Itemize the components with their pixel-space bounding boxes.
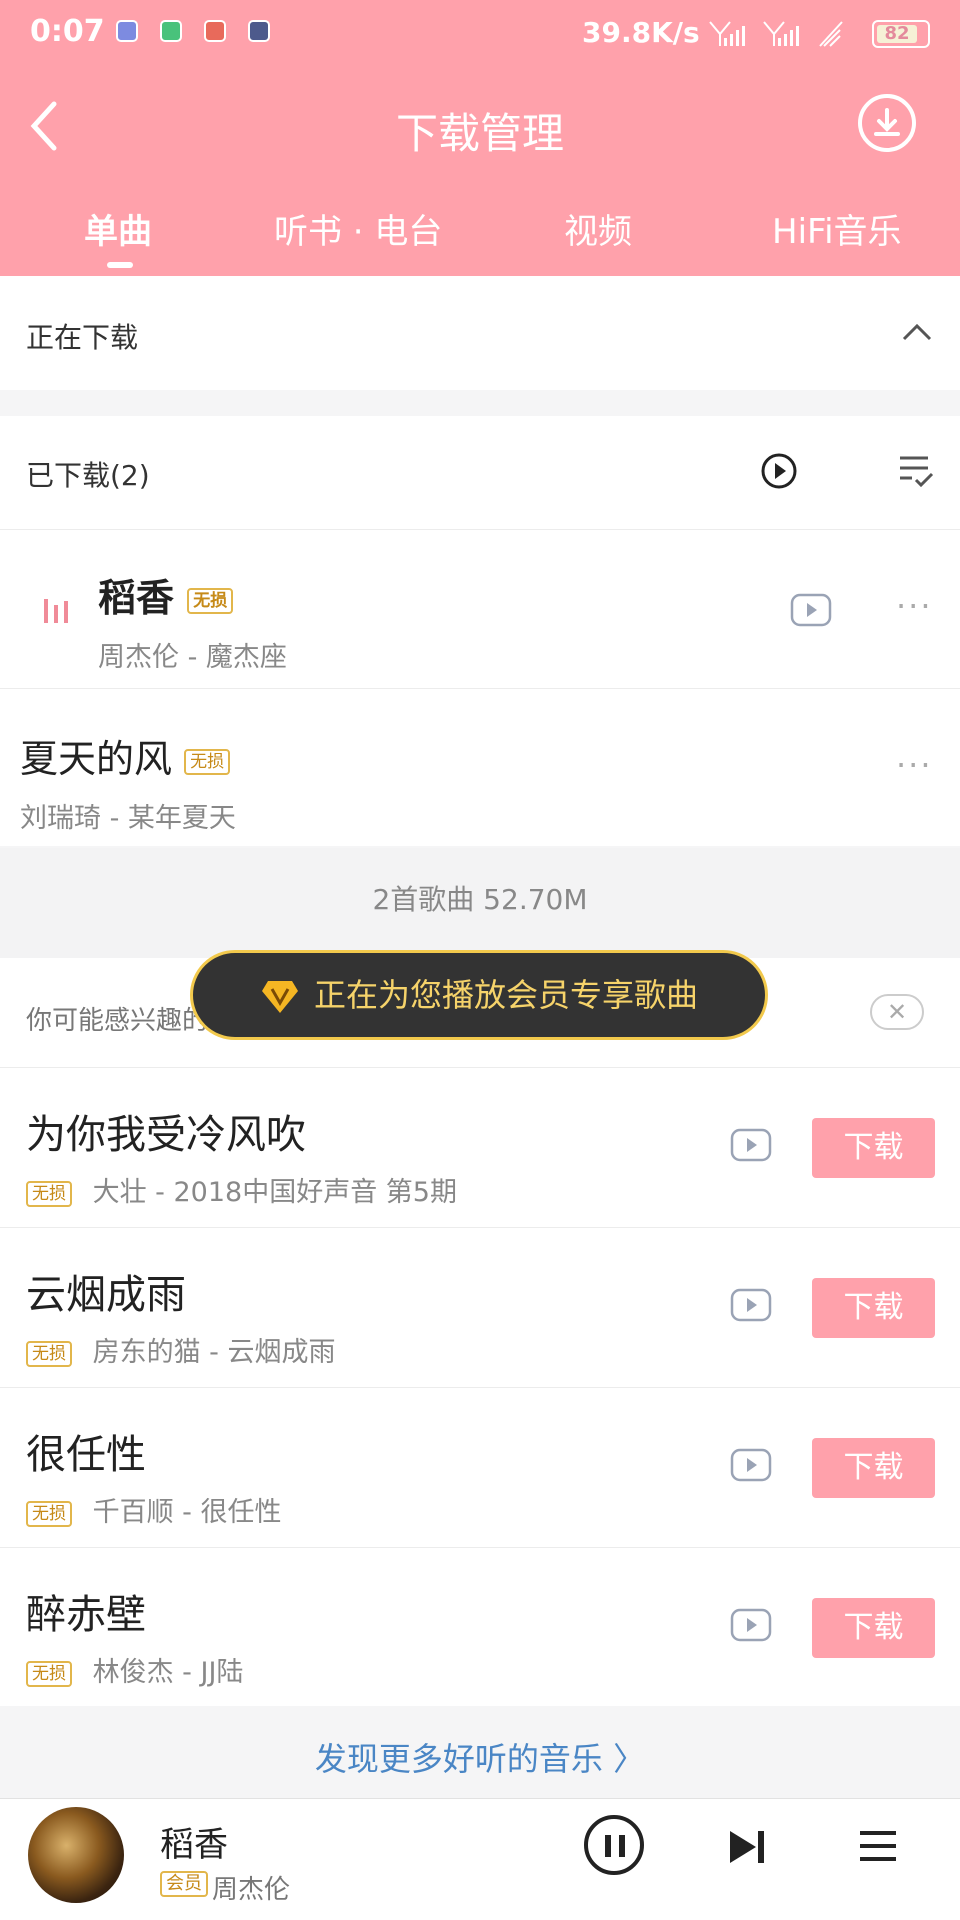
recommended-song-row[interactable]: 很任性 无损 千百顺 - 很任性 下载 [0,1388,960,1548]
music-video-icon[interactable] [730,1448,772,1482]
song-artist-album: 周杰伦 - 魔杰座 [98,642,287,673]
signal-icon [763,21,799,46]
song-title-text: 稻香 [98,576,175,620]
song-artist-album: 林俊杰 - JJ陆 [92,1657,244,1688]
recommendations-section: 你可能感兴趣的音乐 ✕ 为你我受冷风吹 无损 大壮 - 2018中国好声音 第5… [0,958,960,1706]
notification-app-icon [204,20,226,42]
close-recommendations-button[interactable]: ✕ [870,994,924,1030]
download-summary-text: 2首歌曲 52.70M [372,883,588,916]
download-button[interactable]: 下载 [812,1438,935,1498]
lossless-badge: 无损 [184,748,231,775]
recommended-song-row[interactable]: 为你我受冷风吹 无损 大壮 - 2018中国好声音 第5期 下载 [0,1068,960,1228]
discover-more-text[interactable]: 发现更多好听的音乐 〉 [0,1734,960,1780]
next-track-icon[interactable] [728,1829,768,1865]
song-meta: 无损 大壮 - 2018中国好声音 第5期 [26,1170,457,1209]
download-button[interactable]: 下载 [812,1118,935,1178]
network-speed: 39.8K/s [582,16,700,49]
lossless-badge: 无损 [187,587,234,614]
recommended-song-row[interactable]: 云烟成雨 无损 房东的猫 - 云烟成雨 下载 [0,1228,960,1388]
now-playing-icon [44,599,68,623]
lossless-badge: 无损 [26,1340,72,1367]
tab-bar: 单曲 听书 · 电台 视频 HiFi音乐 [0,204,960,264]
song-title: 云烟成雨 [26,1272,186,1318]
toast-text: 正在为您播放会员专享歌曲 [313,976,698,1014]
music-video-icon[interactable] [790,593,832,627]
header: 下载管理 单曲 听书 · 电台 视频 HiFi音乐 [0,66,960,276]
player-song-title: 稻香 [160,1825,228,1865]
play-all-icon[interactable] [760,452,798,490]
tab-video[interactable]: 视频 [564,204,632,253]
song-artist-album: 房东的猫 - 云烟成雨 [92,1337,336,1368]
notification-app-icon [248,20,270,42]
song-meta: 无损 千百顺 - 很任性 [26,1490,282,1529]
song-artist-album: 大壮 - 2018中国好声音 第5期 [92,1177,457,1208]
downloaded-song-row[interactable]: 稻香 无损 周杰伦 - 魔杰座 ··· [0,531,960,689]
song-meta: 无损 林俊杰 - JJ陆 [26,1650,243,1689]
playlist-icon[interactable] [858,1829,898,1863]
chevron-up-icon[interactable] [902,322,932,342]
notification-app-icon [116,20,138,42]
download-button[interactable]: 下载 [812,1598,935,1658]
vip-diamond-icon [261,981,298,1013]
song-title-text: 夏天的风 [20,737,173,781]
lossless-badge: 无损 [26,1500,72,1527]
music-video-icon[interactable] [730,1128,772,1162]
close-icon: ✕ [886,998,908,1026]
song-title: 醉赤壁 [26,1592,146,1638]
recommended-song-row[interactable]: 醉赤壁 无损 林俊杰 - JJ陆 下载 [0,1548,960,1708]
downloaded-section: 已下载(2) 稻香 无损 周杰伦 - 魔杰座 ··· 夏天的风 无损 刘瑞琦 -… [0,416,960,846]
downloading-section[interactable]: 正在下载 [0,276,960,390]
downloaded-header: 已下载(2) [0,416,960,530]
status-app-icons [116,20,270,42]
lossless-badge: 无损 [26,1660,72,1687]
song-meta: 无损 房东的猫 - 云烟成雨 [26,1330,336,1369]
song-title: 稻香 无损 [98,567,234,622]
more-options-icon[interactable]: ··· [896,587,933,625]
wifi-icon [819,21,843,47]
song-title: 很任性 [26,1432,146,1478]
mini-player[interactable]: 稻香 会员 周杰伦 [0,1798,960,1920]
download-icon[interactable] [858,94,916,152]
song-artist-album: 刘瑞琦 - 某年夏天 [20,803,236,834]
downloaded-song-row[interactable]: 夏天的风 无损 刘瑞琦 - 某年夏天 ··· [0,690,960,848]
battery-level: 82 [877,25,917,43]
lossless-badge: 无损 [26,1180,72,1207]
status-time: 0:07 [30,14,105,49]
pause-icon[interactable] [584,1815,644,1875]
vip-toast: 正在为您播放会员专享歌曲 [190,950,768,1040]
tab-audiobooks-radio[interactable]: 听书 · 电台 [274,204,442,253]
downloading-label: 正在下载 [26,321,139,354]
multi-select-icon[interactable] [898,454,934,488]
player-artist: 周杰伦 [212,1875,291,1905]
notification-app-icon [160,20,182,42]
active-tab-indicator [107,262,133,268]
status-bar: 0:07 39.8K/s 82 [0,0,960,66]
signal-icon [709,21,745,46]
signal-icons [708,20,846,48]
song-title: 夏天的风 无损 [20,728,231,783]
song-artist-album: 千百顺 - 很任性 [92,1497,282,1528]
tab-hifi-music[interactable]: HiFi音乐 [772,204,902,253]
album-art[interactable] [28,1807,124,1903]
tab-singles[interactable]: 单曲 [84,204,152,253]
more-options-icon[interactable]: ··· [896,746,933,784]
download-button[interactable]: 下载 [812,1278,935,1338]
song-title: 为你我受冷风吹 [26,1112,306,1158]
battery-icon: 82 [872,20,930,48]
music-video-icon[interactable] [730,1288,772,1322]
page-title: 下载管理 [395,109,564,158]
member-badge: 会员 [160,1871,208,1897]
discover-more-link[interactable]: 发现更多好听的音乐 〉 [0,1706,960,1798]
music-video-icon[interactable] [730,1608,772,1642]
downloaded-label: 已下载(2) [26,459,150,492]
download-summary: 2首歌曲 52.70M [0,848,960,958]
